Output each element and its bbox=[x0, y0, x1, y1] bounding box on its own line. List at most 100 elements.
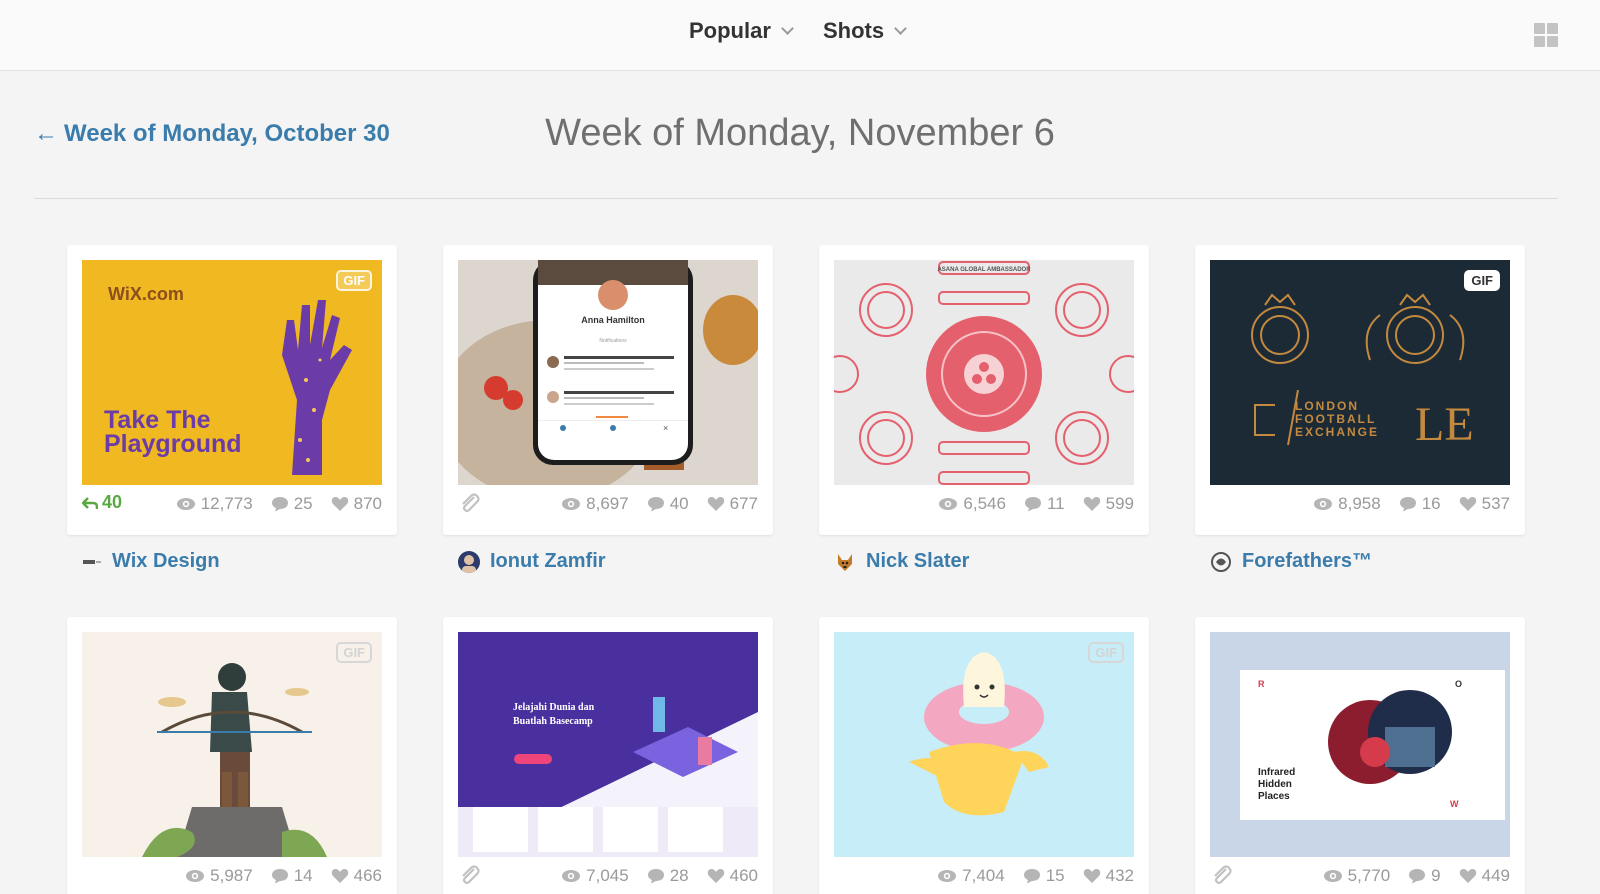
comments-count[interactable]: 9 bbox=[1408, 866, 1441, 886]
author-link[interactable]: Ionut Zamfir bbox=[458, 550, 606, 573]
views-count: 12,773 bbox=[176, 494, 253, 514]
shot-stats: 7,404 15 432 bbox=[834, 863, 1134, 889]
author-name: Ionut Zamfir bbox=[490, 550, 606, 572]
chevron-down-icon bbox=[894, 22, 907, 35]
likes-count[interactable]: 466 bbox=[331, 866, 382, 886]
grid-view-icon[interactable] bbox=[1534, 23, 1558, 47]
eye-icon bbox=[939, 498, 958, 510]
shot-thumbnail[interactable]: Jelajahi Dunia dan Buatlah Basecamp Jela… bbox=[458, 632, 758, 857]
eye-icon bbox=[1323, 870, 1342, 882]
profile-name-text: Anna Hamilton bbox=[581, 315, 645, 325]
shot-card[interactable]: ASANA GLOBAL AMBASSADOR 6,546 11 599 bbox=[819, 245, 1149, 535]
shot-thumbnail[interactable]: Anna Hamilton Notifications × bbox=[458, 260, 758, 485]
avatar bbox=[458, 550, 480, 573]
shot-thumbnail[interactable]: GIF bbox=[834, 632, 1134, 857]
comments-count[interactable]: 11 bbox=[1024, 494, 1065, 514]
svg-text:Notifications: Notifications bbox=[599, 338, 627, 344]
heart-icon bbox=[331, 497, 348, 511]
comment-icon bbox=[647, 497, 664, 512]
wix-logo-text: WiX.com bbox=[108, 284, 184, 304]
comments-count[interactable]: 14 bbox=[271, 866, 313, 886]
shot-card[interactable]: WiX.com Take The Playground GIF 40 12,77… bbox=[67, 245, 397, 535]
shots-dropdown-label: Shots bbox=[823, 18, 885, 43]
heart-icon bbox=[1083, 869, 1100, 883]
svg-text:FOOTBALL: FOOTBALL bbox=[1295, 412, 1376, 426]
shot-card[interactable]: GIF 5,987 14 466 bbox=[67, 617, 397, 894]
shot-card[interactable]: LONDON FOOTBALL EXCHANGE LE LONDON FOOTB… bbox=[1195, 245, 1525, 535]
eye-icon bbox=[562, 498, 581, 510]
shot-thumbnail[interactable]: ASANA GLOBAL AMBASSADOR bbox=[834, 260, 1134, 485]
shots-dropdown[interactable]: Shots bbox=[823, 18, 907, 44]
shot-stats: 7,045 28 460 bbox=[458, 863, 758, 889]
shot-stats: 5,770 9 449 bbox=[1210, 863, 1510, 889]
gif-badge: GIF bbox=[336, 642, 372, 663]
author-name: Wix Design bbox=[112, 550, 220, 572]
views-count: 5,987 bbox=[185, 866, 253, 886]
shot-card[interactable]: GIF 7,404 15 432 bbox=[819, 617, 1149, 894]
shot-card[interactable]: R O W Infrared Hidden Places Infrared Hi… bbox=[1195, 617, 1525, 894]
heart-icon bbox=[1459, 497, 1476, 511]
likes-count[interactable]: 460 bbox=[707, 866, 758, 886]
heart-icon bbox=[1459, 869, 1476, 883]
views-count: 5,770 bbox=[1323, 866, 1390, 886]
svg-text:Places: Places bbox=[1258, 791, 1290, 802]
likes-count[interactable]: 677 bbox=[707, 494, 758, 514]
comment-icon bbox=[271, 869, 288, 884]
chevron-down-icon bbox=[781, 22, 794, 35]
shot-thumbnail[interactable]: WiX.com Take The Playground GIF bbox=[82, 260, 382, 485]
attachment-icon[interactable] bbox=[458, 864, 482, 888]
likes-count[interactable]: 449 bbox=[1459, 866, 1510, 886]
author-name: Nick Slater bbox=[866, 550, 970, 572]
author-link[interactable]: Forefathers™ bbox=[1210, 550, 1372, 573]
avatar bbox=[1210, 551, 1232, 573]
popular-dropdown[interactable]: Popular bbox=[689, 18, 794, 44]
shot-thumbnail[interactable]: GIF bbox=[82, 632, 382, 857]
avatar bbox=[834, 551, 856, 573]
rebound-count[interactable]: 40 bbox=[82, 492, 122, 513]
shot-card[interactable]: Anna Hamilton Notifications × 8,697 40 6… bbox=[443, 245, 773, 535]
gif-badge: GIF bbox=[1088, 642, 1124, 663]
views-count: 7,404 bbox=[937, 866, 1005, 886]
eye-icon bbox=[176, 498, 195, 510]
shot-card[interactable]: Jelajahi Dunia dan Buatlah Basecamp Jela… bbox=[443, 617, 773, 894]
shot-stats: 5,987 14 466 bbox=[82, 863, 382, 889]
author-link[interactable]: Wix Design bbox=[82, 550, 220, 573]
author-link[interactable]: Nick Slater bbox=[834, 550, 969, 573]
svg-text:R: R bbox=[1258, 679, 1265, 689]
likes-count[interactable]: 870 bbox=[331, 494, 382, 514]
svg-text:W: W bbox=[1450, 799, 1459, 809]
shot-stats: 8,958 16 537 bbox=[1210, 491, 1510, 517]
shot-thumbnail[interactable]: LONDON FOOTBALL EXCHANGE LE LONDON FOOTB… bbox=[1210, 260, 1510, 485]
author-name: Forefathers™ bbox=[1242, 550, 1373, 572]
svg-text:O: O bbox=[1455, 679, 1462, 689]
likes-count[interactable]: 432 bbox=[1083, 866, 1134, 886]
views-count: 7,045 bbox=[561, 866, 629, 886]
shot-stats: 6,546 11 599 bbox=[834, 491, 1134, 517]
svg-text:Hidden: Hidden bbox=[1258, 779, 1292, 790]
comment-icon bbox=[271, 497, 288, 512]
heart-icon bbox=[1083, 497, 1100, 511]
attachment-icon[interactable] bbox=[458, 492, 482, 516]
attachment-icon[interactable] bbox=[1210, 864, 1234, 888]
eye-icon bbox=[938, 870, 957, 882]
heart-icon bbox=[707, 869, 724, 883]
views-count: 6,546 bbox=[938, 494, 1006, 514]
comments-count[interactable]: 40 bbox=[647, 494, 689, 514]
shot-thumbnail[interactable]: R O W Infrared Hidden Places Infrared Hi… bbox=[1210, 632, 1510, 857]
comments-count[interactable]: 15 bbox=[1023, 866, 1065, 886]
eye-icon bbox=[1314, 498, 1333, 510]
shot-stats: 40 12,773 25 870 bbox=[82, 491, 382, 517]
svg-text:LONDON: LONDON bbox=[1295, 399, 1359, 413]
comments-count[interactable]: 25 bbox=[271, 494, 313, 514]
comments-count[interactable]: 28 bbox=[647, 866, 689, 886]
gif-badge: GIF bbox=[1464, 270, 1500, 291]
svg-text:Infrared: Infrared bbox=[1258, 767, 1295, 778]
views-count: 8,697 bbox=[561, 494, 629, 514]
comment-icon bbox=[1024, 497, 1041, 512]
likes-count[interactable]: 537 bbox=[1459, 494, 1510, 514]
svg-text:×: × bbox=[663, 423, 668, 433]
comments-count[interactable]: 16 bbox=[1399, 494, 1441, 514]
comment-icon bbox=[1409, 869, 1426, 884]
poster-caption: Infrared Hidden Places bbox=[1355, 855, 1366, 857]
likes-count[interactable]: 599 bbox=[1083, 494, 1134, 514]
